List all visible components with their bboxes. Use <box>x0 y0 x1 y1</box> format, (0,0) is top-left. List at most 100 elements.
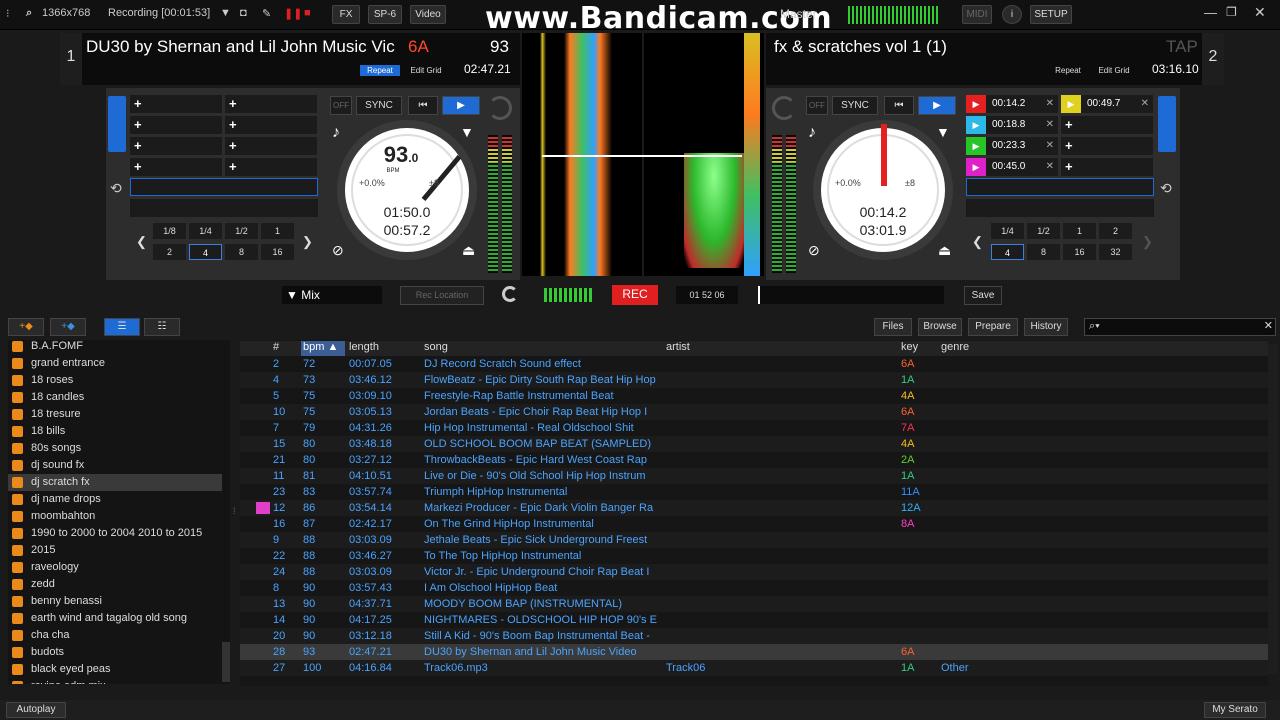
table-row[interactable]: 9 88 03:03.09 Jethale Beats - Epic Sick Und… <box>240 532 1268 548</box>
table-row[interactable]: 12 86 03:54.14 Markezi Producer - Epic Dark… <box>240 500 1268 516</box>
table-row[interactable]: 11 81 04:10.51 Live or Die - 90's Old Schoo… <box>240 468 1268 484</box>
col-header-key[interactable]: key <box>901 341 918 356</box>
table-row[interactable]: 8 90 03:57.43 I Am Olschool HipHop Beat <box>240 580 1268 596</box>
prepare-button[interactable]: Prepare <box>968 318 1018 336</box>
delete-icon[interactable]: ✕ <box>1046 137 1054 155</box>
table-row[interactable]: 27 100 04:16.84 Track06.mp3 Track06 1A Other <box>240 660 1268 676</box>
table-row[interactable]: 4 73 03:46.12 FlowBeatz - Epic Dirty South … <box>240 372 1268 388</box>
deck2-loop-size-button[interactable]: 16 <box>1063 244 1096 260</box>
deck1-cue-slot[interactable]: + <box>130 116 222 134</box>
deck1-cue-slot[interactable]: + <box>225 95 317 113</box>
deck1-loop-size-button[interactable]: 1/2 <box>225 223 258 239</box>
crate-item[interactable]: 1990 to 2000 to 2004 2010 to 2015 <box>8 525 222 542</box>
deck1-off-button[interactable]: OFF <box>330 96 352 115</box>
crate-item[interactable]: dj name drops <box>8 491 222 508</box>
table-row[interactable]: 22 88 03:46.27 To The Top HipHop Instrument… <box>240 548 1268 564</box>
deck1-eject-icon[interactable]: ⏏ <box>462 242 475 259</box>
deck1-loop-icon[interactable]: ⟲ <box>110 180 122 197</box>
search-clear-icon[interactable]: ✕ <box>1264 319 1273 332</box>
crate-item[interactable]: dj scratch fx <box>8 474 222 491</box>
table-row[interactable]: 10 75 03:05.13 Jordan Beats - Epic Choir Ra… <box>240 404 1268 420</box>
deck2-loop-prev-icon[interactable]: ❮ <box>972 234 983 250</box>
search-input[interactable] <box>1111 319 1261 335</box>
deck1-platter[interactable]: 93.0 BPM +0.0% ±8 01:50.0 00:57.2 <box>337 120 477 260</box>
deck2-platter[interactable]: +0.0% ±8 00:14.2 03:01.9 <box>813 120 953 260</box>
my-serato-button[interactable]: My Serato <box>1204 702 1266 718</box>
table-row[interactable]: 16 87 02:42.17 On The Grind HipHop Instrume… <box>240 516 1268 532</box>
deck2-loop-size-button[interactable]: 1 <box>1063 223 1096 239</box>
tracks-scrollbar[interactable] <box>1268 344 1278 674</box>
play-icon[interactable]: ▶ <box>966 95 986 113</box>
deck2-loop-next-icon[interactable]: ❯ <box>1142 234 1153 250</box>
deck2-hot-cue[interactable]: ▶ 00:14.2 ✕ <box>966 95 1058 113</box>
deck1-loop-size-button[interactable]: 8 <box>225 244 258 260</box>
table-row[interactable]: 7 79 04:31.26 Hip Hop Instrumental - Real O… <box>240 420 1268 436</box>
crate-item[interactable]: moombahton <box>8 508 222 525</box>
col-header-artist[interactable]: artist <box>666 341 690 356</box>
table-row[interactable]: 23 83 03:57.74 Triumph HipHop Instrumental 1… <box>240 484 1268 500</box>
col-header-genre[interactable]: genre <box>941 341 969 356</box>
rec-button[interactable]: REC <box>612 285 658 305</box>
browse-button[interactable]: Browse <box>918 318 962 336</box>
deck2-eject-icon[interactable]: ⏏ <box>938 242 951 259</box>
deck2-music-note-icon[interactable]: ♪ <box>808 124 816 142</box>
col-header-bpm[interactable]: bpm ▲ <box>301 341 345 356</box>
table-row[interactable]: 2 72 00:07.05 DJ Record Scratch Sound effec… <box>240 356 1268 372</box>
deck1-previous-icon[interactable]: ⏮ <box>408 96 438 115</box>
table-row[interactable]: 28 93 02:47.21 DU30 by Shernan and Lil John… <box>240 644 1268 660</box>
crate-item[interactable]: black eyed peas <box>8 661 222 678</box>
table-row[interactable]: 14 90 04:17.25 NIGHTMARES - OLDSCHOOL HIP H… <box>240 612 1268 628</box>
deck2-loop-size-button[interactable]: 4 <box>991 244 1024 260</box>
deck1-cue-slot[interactable]: + <box>130 137 222 155</box>
deck2-hot-cue[interactable]: ▶ 00:45.0 ✕ <box>966 158 1058 176</box>
crate-item[interactable]: dj sound fx <box>8 457 222 474</box>
save-button[interactable]: Save <box>964 286 1002 305</box>
chevron-down-icon[interactable]: ▼ <box>220 7 231 19</box>
table-row[interactable]: 13 90 04:37.71 MOODY BOOM BAP (INSTRUMENTAL… <box>240 596 1268 612</box>
deck1-loop-size-button[interactable]: 16 <box>261 244 294 260</box>
camera-icon[interactable]: ◘ <box>240 7 247 19</box>
table-row[interactable]: 15 80 03:48.18 OLD SCHOOL BOOM BAP BEAT (SA… <box>240 436 1268 452</box>
stop-icon[interactable]: ■ <box>304 7 311 19</box>
deck2-cue-slot[interactable]: + <box>1061 137 1153 155</box>
crate-item[interactable]: zedd <box>8 576 222 593</box>
deck1-cue-slot[interactable]: + <box>130 158 222 176</box>
info-icon[interactable]: i <box>1002 5 1022 24</box>
col-header-num[interactable]: # <box>273 341 279 356</box>
sp6-button[interactable]: SP-6 <box>368 5 402 24</box>
deck2-cue-mode-toggle[interactable] <box>1158 96 1176 152</box>
deck1-loop-size-button[interactable]: 1/4 <box>189 223 222 239</box>
deck1-cue-slot[interactable]: + <box>225 137 317 155</box>
deck1-play-icon[interactable]: ▶ <box>442 96 480 115</box>
video-button[interactable]: Video <box>410 5 446 24</box>
midi-button[interactable]: MIDI <box>962 5 992 24</box>
deck2-play-icon[interactable]: ▶ <box>918 96 956 115</box>
deck1-sync-button[interactable]: SYNC <box>356 96 402 115</box>
panel-resize-handle[interactable]: ⁞ <box>233 506 239 530</box>
deck2-slip-icon[interactable]: ⊘ <box>808 242 820 259</box>
crate-item[interactable]: cha cha <box>8 627 222 644</box>
deck1-loop-size-button[interactable]: 4 <box>189 244 222 260</box>
deck1-loop-size-button[interactable]: 1 <box>261 223 294 239</box>
crates-scrollbar[interactable] <box>222 642 230 682</box>
detail-view-icon[interactable]: ☷ <box>144 318 180 336</box>
deck2-cue-slot[interactable]: + <box>1061 158 1153 176</box>
add-crate-button[interactable]: +◆ <box>8 318 44 336</box>
deck1-loop-slot[interactable] <box>130 178 318 196</box>
crate-item[interactable]: 18 bills <box>8 423 222 440</box>
deck2-cue-slot[interactable]: + <box>1061 116 1153 134</box>
deck2-loop-size-button[interactable]: 8 <box>1027 244 1060 260</box>
close-icon[interactable]: ✕ <box>1254 4 1266 21</box>
deck2-hot-cue[interactable]: ▶ 00:49.7 ✕ <box>1061 95 1153 113</box>
crate-item[interactable]: 2015 <box>8 542 222 559</box>
col-header-song[interactable]: song <box>424 341 448 356</box>
play-icon[interactable]: ▶ <box>966 137 986 155</box>
mix-dropdown[interactable]: ▼ Mix <box>282 286 382 304</box>
table-row[interactable]: 24 88 03:03.09 Victor Jr. - Epic Undergroun… <box>240 564 1268 580</box>
deck1-loop-size-button[interactable]: 2 <box>153 244 186 260</box>
files-button[interactable]: Files <box>874 318 912 336</box>
deck1-triangle-down-icon[interactable]: ▼ <box>460 124 474 140</box>
deck2-loop-size-button[interactable]: 1/4 <box>991 223 1024 239</box>
deck2-loop-icon[interactable]: ⟲ <box>1160 180 1172 197</box>
deck2-tap-button[interactable]: TAP <box>1166 37 1198 57</box>
